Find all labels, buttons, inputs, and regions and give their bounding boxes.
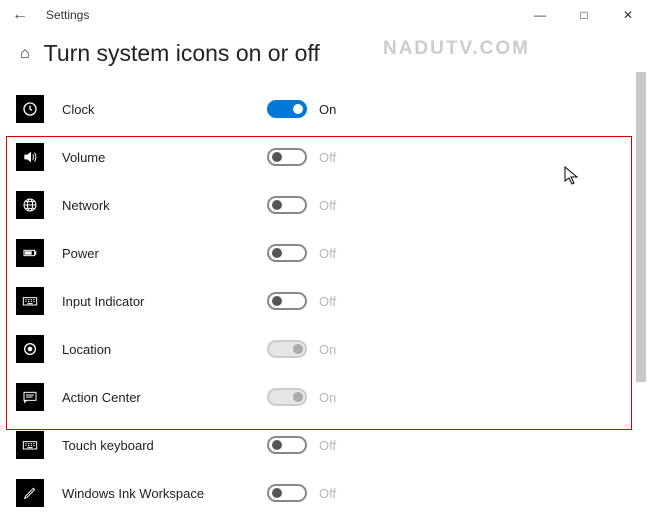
- app-title: Settings: [46, 8, 89, 22]
- setting-row-volume: Volume Off: [16, 133, 634, 181]
- setting-row-windows-ink: Windows Ink Workspace Off: [16, 469, 634, 517]
- setting-label: Input Indicator: [62, 294, 212, 309]
- toggle-state-text: Off: [319, 294, 336, 309]
- volume-icon: [16, 143, 44, 171]
- setting-label: Volume: [62, 150, 212, 165]
- setting-row-touch-keyboard: Touch keyboard Off: [16, 421, 634, 469]
- keyboard-icon: [16, 431, 44, 459]
- setting-label: Location: [62, 342, 212, 357]
- toggle-windows-ink[interactable]: [267, 484, 307, 502]
- battery-icon: [16, 239, 44, 267]
- setting-row-clock: Clock On: [16, 85, 634, 133]
- toggle-action-center: [267, 388, 307, 406]
- clock-icon: [16, 95, 44, 123]
- toggle-state-text: Off: [319, 486, 336, 501]
- toggle-state-text: Off: [319, 438, 336, 453]
- toggle-power[interactable]: [267, 244, 307, 262]
- toggle-volume[interactable]: [267, 148, 307, 166]
- toggle-state-text: On: [319, 102, 336, 117]
- minimize-button[interactable]: —: [518, 0, 562, 30]
- toggle-state-text: Off: [319, 150, 336, 165]
- setting-label: Clock: [62, 102, 212, 117]
- setting-label: Touch keyboard: [62, 438, 212, 453]
- home-icon[interactable]: ⌂: [20, 45, 30, 63]
- close-button[interactable]: ✕: [606, 0, 650, 30]
- setting-row-power: Power Off: [16, 229, 634, 277]
- back-button[interactable]: ←: [8, 6, 32, 24]
- toggle-touch-keyboard[interactable]: [267, 436, 307, 454]
- toggle-state-text: Off: [319, 198, 336, 213]
- toggle-state-text: Off: [319, 246, 336, 261]
- toggle-state-text: On: [319, 342, 336, 357]
- setting-label: Windows Ink Workspace: [62, 486, 212, 501]
- setting-row-input: Input Indicator Off: [16, 277, 634, 325]
- setting-label: Network: [62, 198, 212, 213]
- setting-row-location: Location On: [16, 325, 634, 373]
- maximize-button[interactable]: □: [562, 0, 606, 30]
- setting-label: Power: [62, 246, 212, 261]
- keyboard-icon: [16, 287, 44, 315]
- toggle-state-text: On: [319, 390, 336, 405]
- page-title: Turn system icons on or off: [44, 40, 320, 67]
- settings-list: ClockOnVolumeOffNetworkOffPowerOffInput …: [0, 85, 650, 517]
- toggle-clock[interactable]: [267, 100, 307, 118]
- pen-icon: [16, 479, 44, 507]
- message-icon: [16, 383, 44, 411]
- toggle-location: [267, 340, 307, 358]
- toggle-input[interactable]: [267, 292, 307, 310]
- location-icon: [16, 335, 44, 363]
- watermark: NADUTV.COM: [383, 38, 530, 60]
- toggle-network[interactable]: [267, 196, 307, 214]
- globe-icon: [16, 191, 44, 219]
- setting-label: Action Center: [62, 390, 212, 405]
- setting-row-action-center: Action Center On: [16, 373, 634, 421]
- scroll-thumb[interactable]: [636, 72, 646, 382]
- scrollbar[interactable]: [634, 72, 648, 510]
- setting-row-network: Network Off: [16, 181, 634, 229]
